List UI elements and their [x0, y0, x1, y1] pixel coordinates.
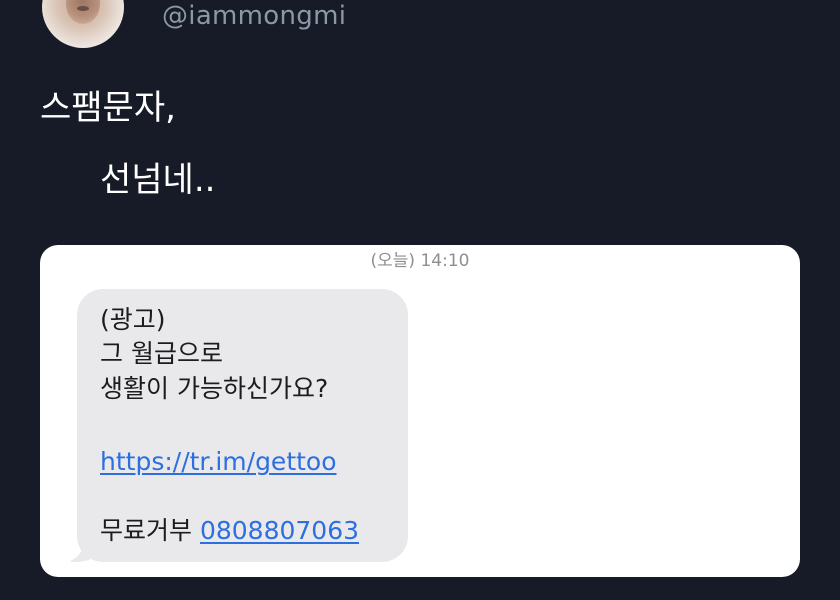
message-timestamp: (오늘) 14:10 [370, 251, 470, 271]
tweet-text-line-2: 선넘네.. [100, 160, 216, 200]
message-optout-line: 무료거부 0808807063 [100, 516, 359, 546]
avatar-face [66, 0, 100, 24]
avatar-mouth [77, 6, 89, 11]
user-handle[interactable]: @iammongmi [162, 0, 346, 32]
message-line-3: 생활이 가능하신가요? [100, 374, 329, 403]
message-url-link[interactable]: https://tr.im/gettoo [100, 447, 337, 477]
sms-screenshot-card[interactable]: (오늘) 14:10 (광고) 그 월급으로 생활이 가능하신가요? https… [40, 245, 800, 577]
optout-phone-link[interactable]: 0808807063 [200, 516, 359, 545]
optout-label: 무료거부 [100, 516, 193, 545]
avatar[interactable] [42, 0, 124, 48]
tweet-text-line-1: 스팸문자, [40, 88, 176, 128]
message-line-2: 그 월급으로 [100, 339, 223, 368]
message-ad-tag: (광고) [100, 305, 166, 334]
